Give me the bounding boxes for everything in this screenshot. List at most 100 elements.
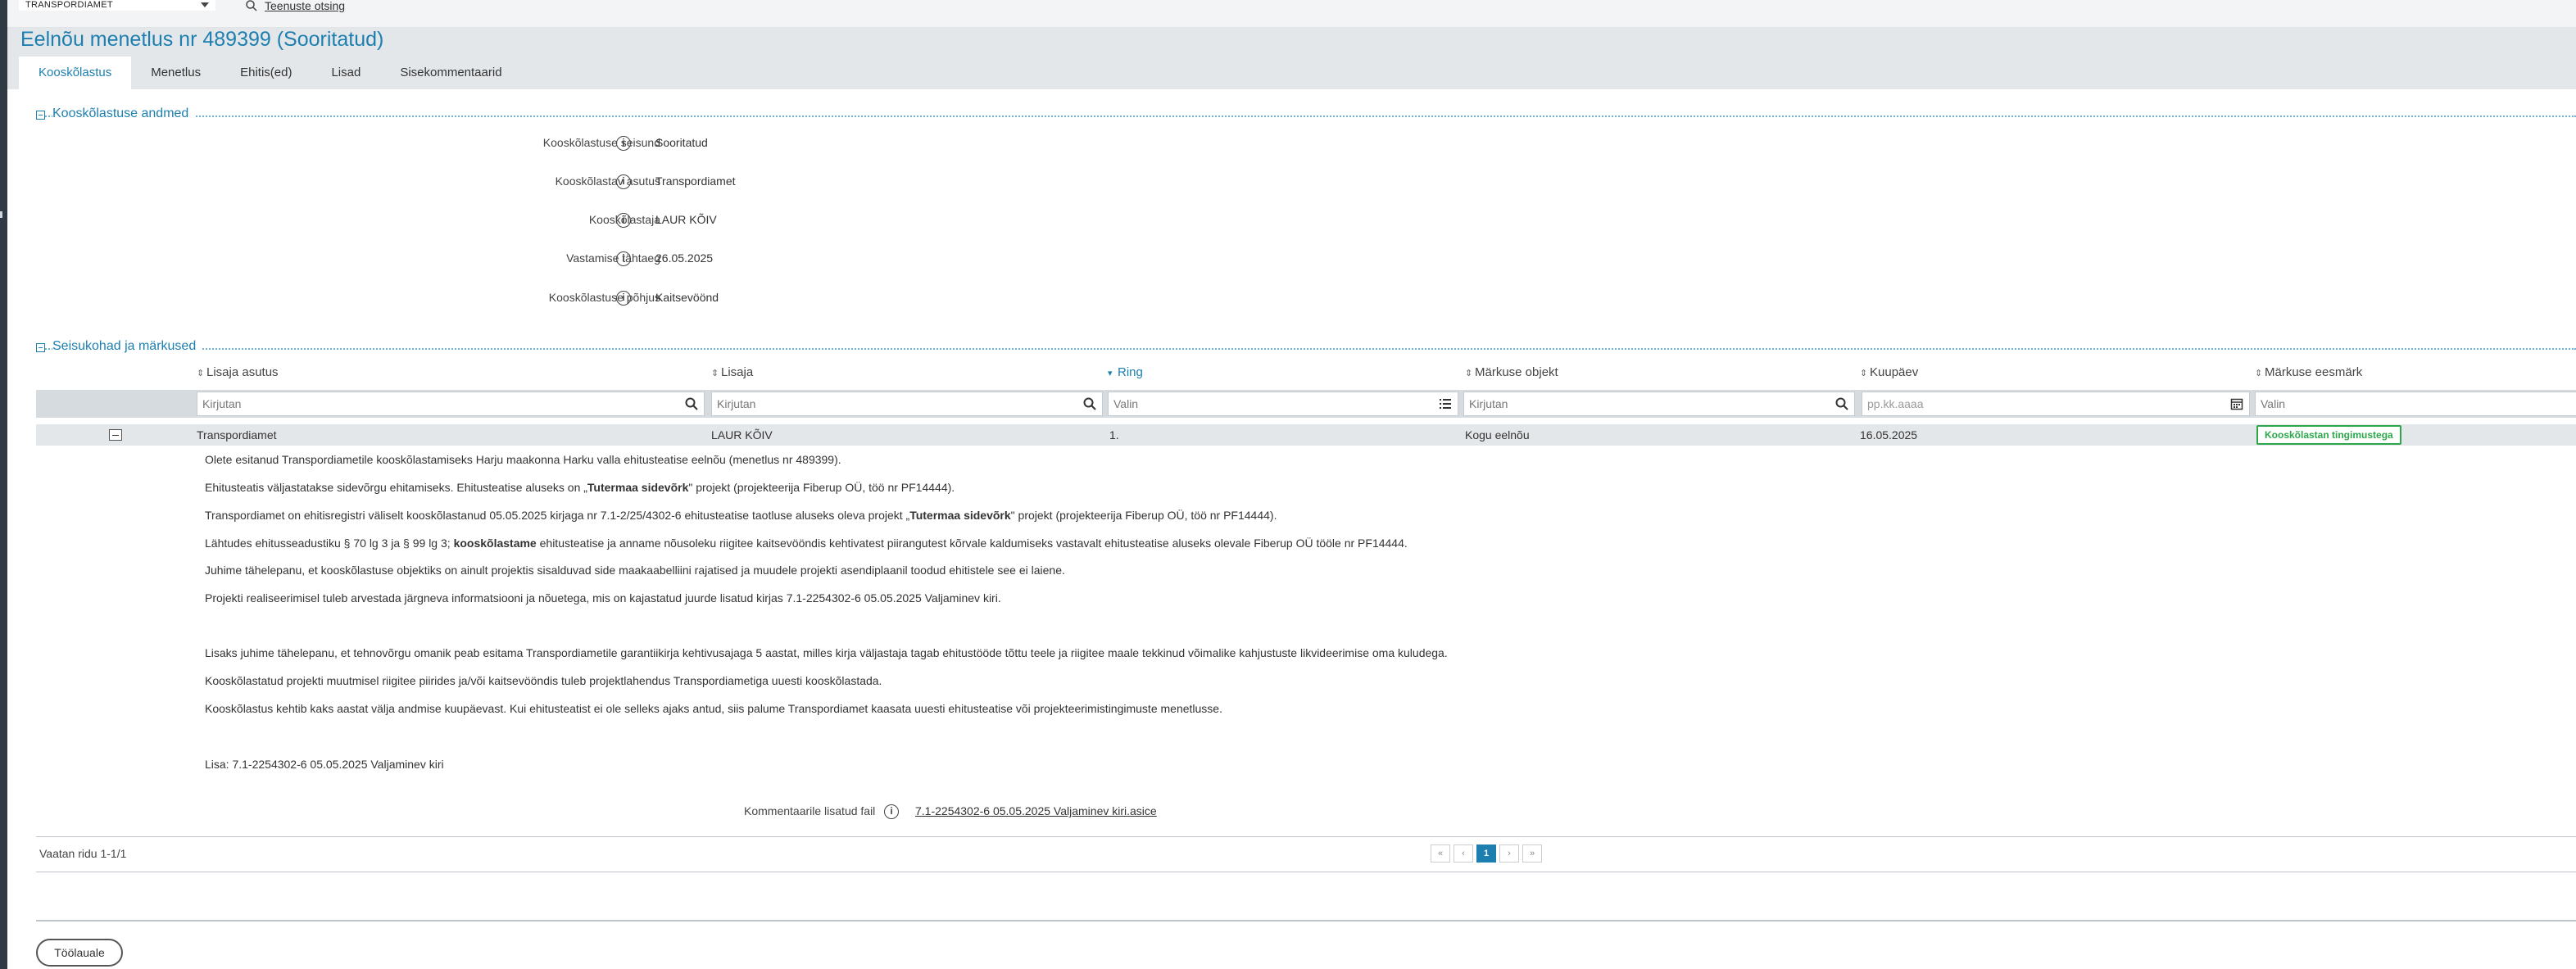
comment-text: ehitusteatise ja anname nõusoleku riigit… xyxy=(536,537,1408,550)
filter-markuse-eesmark-select[interactable]: Valin xyxy=(2255,392,2576,416)
comment-paragraph: Lisa: 7.1-2254302-6 05.05.2025 Valjamine… xyxy=(205,758,444,771)
detail-row-pohjus: Kooskõlastuse põhjus i Kaitsevöönd xyxy=(0,289,983,307)
column-header-markuse-objekt[interactable]: ⇕ Märkuse objekt xyxy=(1465,365,1558,379)
info-icon[interactable]: i xyxy=(884,804,899,819)
next-page-button[interactable]: › xyxy=(1499,844,1519,863)
divider xyxy=(36,920,2576,921)
sort-icon: ⇕ xyxy=(1860,369,1868,378)
column-label: Lisaja xyxy=(721,365,754,379)
sort-icon: ⇕ xyxy=(2255,369,2263,378)
status-badge: Kooskõlastan tingimustega xyxy=(2256,425,2401,445)
detail-label: Kooskõlastuse seisund xyxy=(542,136,660,149)
filter-placeholder: Kirjutan xyxy=(717,397,756,410)
collapse-icon[interactable] xyxy=(36,111,45,120)
service-search-label: Teenuste otsing xyxy=(265,0,346,12)
tab-menetlus[interactable]: Menetlus xyxy=(131,57,220,89)
filter-lisaja-input[interactable]: Kirjutan xyxy=(711,392,1103,416)
comment-emphasis: kooskõlastame xyxy=(453,537,537,550)
sort-icon: ⇕ xyxy=(1465,369,1473,378)
detail-value: Sooritatud xyxy=(655,136,708,149)
search-icon[interactable] xyxy=(1082,396,1097,411)
detail-label: Kooskõlastaja xyxy=(588,213,660,226)
first-page-button[interactable]: « xyxy=(1431,844,1450,863)
column-header-lisaja-asutus[interactable]: ⇕ Lisaja asutus xyxy=(197,365,279,379)
comment-text: Transpordiamet on ehitisregistri välisel… xyxy=(205,509,910,522)
section-divider xyxy=(36,348,2576,350)
column-label: Märkuse objekt xyxy=(1475,365,1558,379)
attachment-link[interactable]: 7.1-2254302-6 05.05.2025 Valjaminev kiri… xyxy=(915,804,1157,817)
cell-ring: 1. xyxy=(1109,428,1119,441)
detail-label: Vastamise tähtaeg xyxy=(566,251,660,265)
info-icon[interactable]: i xyxy=(616,251,631,266)
detail-value: Kaitsevöönd xyxy=(655,291,719,304)
column-label: Ring xyxy=(1118,365,1143,379)
page-header: Eelnõu menetlus nr 489399 (Sooritatud) K… xyxy=(7,28,2576,89)
detail-row-kooskolastaja: Kooskõlastaja i LAUR KÕIV xyxy=(0,211,983,229)
last-page-button[interactable]: » xyxy=(1522,844,1542,863)
detail-row-asutus: Kooskõlastav asutus i Transpordiamet xyxy=(0,173,983,191)
comment-paragraph: Olete esitanud Transpordiametile kooskõl… xyxy=(205,453,841,466)
info-icon[interactable]: i xyxy=(616,213,631,228)
column-header-kuupaev[interactable]: ⇕ Kuupäev xyxy=(1860,365,1918,379)
info-icon[interactable]: i xyxy=(616,174,631,189)
comment-paragraph: Kooskõlastus kehtib kaks aastat välja an… xyxy=(205,702,1222,715)
prev-page-button[interactable]: ‹ xyxy=(1454,844,1473,863)
page-button-1[interactable]: 1 xyxy=(1476,844,1496,863)
comment-paragraph: Ehitusteatis väljastatakse sidevõrgu ehi… xyxy=(205,481,955,494)
remarks-section-header[interactable]: Seisukohad ja märkused xyxy=(36,339,2576,355)
organization-select[interactable]: TRANSPORDIAMET xyxy=(19,0,215,11)
detail-label: Kooskõlastuse põhjus xyxy=(548,291,660,304)
pagination: « ‹ 1 › » xyxy=(1431,844,1542,863)
section-divider xyxy=(36,115,2576,117)
divider xyxy=(36,836,2576,837)
search-icon[interactable] xyxy=(684,396,699,411)
column-label: Lisaja asutus xyxy=(206,365,279,379)
sort-icon: ⇕ xyxy=(197,369,205,378)
tab-ehitised[interactable]: Ehitis(ed) xyxy=(220,57,311,89)
info-icon[interactable]: i xyxy=(616,136,631,151)
back-to-desktop-button[interactable]: Töölauale xyxy=(36,939,123,967)
cell-lisaja-asutus: Transpordiamet xyxy=(197,428,277,441)
detail-row-tahtaeg: Vastamise tähtaeg i 26.05.2025 xyxy=(0,250,983,268)
detail-row-seisund: Kooskõlastuse seisund i Sooritatud xyxy=(0,134,983,152)
comment-emphasis: Tutermaa sidevõrk xyxy=(909,509,1011,522)
detail-label: Kooskõlastav asutus xyxy=(555,174,660,188)
sort-desc-icon: ▾ xyxy=(1108,369,1113,378)
details-section-title: Kooskõlastuse andmed xyxy=(52,106,196,121)
collapse-icon[interactable] xyxy=(36,343,45,352)
detail-value: Transpordiamet xyxy=(655,174,736,188)
filter-markuse-objekt-input[interactable]: Kirjutan xyxy=(1463,392,1855,416)
detail-value: 26.05.2025 xyxy=(655,251,714,265)
filter-placeholder: Kirjutan xyxy=(202,397,242,410)
detail-value: LAUR KÕIV xyxy=(655,213,717,226)
details-section-header[interactable]: Kooskõlastuse andmed xyxy=(36,106,2576,123)
comment-text: Ehitusteatis väljastatakse sidevõrgu ehi… xyxy=(205,481,587,494)
info-icon[interactable]: i xyxy=(616,291,631,306)
filter-lisaja-asutus-input[interactable]: Kirjutan xyxy=(197,392,705,416)
list-icon[interactable] xyxy=(1438,396,1453,411)
tab-lisad[interactable]: Lisad xyxy=(311,57,380,89)
column-header-markuse-eesmark[interactable]: ⇕ Märkuse eesmärk xyxy=(2255,365,2362,379)
comment-paragraph: Juhime tähelepanu, et kooskõlastuse obje… xyxy=(205,564,1065,577)
page-title: Eelnõu menetlus nr 489399 (Sooritatud) xyxy=(20,28,384,51)
attachment-label: Kommentaarile lisatud fail xyxy=(744,804,876,817)
column-header-ring[interactable]: ▾ Ring xyxy=(1108,365,1143,379)
filter-placeholder: Valin xyxy=(2261,397,2286,410)
filter-ring-select[interactable]: Valin xyxy=(1108,392,1458,416)
filter-placeholder: pp.kk.aaaa xyxy=(1867,397,1924,410)
column-label: Märkuse eesmärk xyxy=(2265,365,2363,379)
filter-placeholder: Valin xyxy=(1113,397,1139,410)
cell-lisaja: LAUR KÕIV xyxy=(711,428,773,441)
comment-paragraph: Projekti realiseerimisel tuleb arvestada… xyxy=(205,591,1001,604)
column-header-lisaja[interactable]: ⇕ Lisaja xyxy=(711,365,753,379)
cell-kuupaev: 16.05.2025 xyxy=(1860,428,1918,441)
calendar-icon[interactable] xyxy=(2229,396,2244,411)
filter-kuupaev-input[interactable]: pp.kk.aaaa xyxy=(1862,392,2250,416)
comment-paragraph: Kooskõlastatud projekti muutmisel riigit… xyxy=(205,674,882,687)
tab-sisekommentaarid[interactable]: Sisekommentaarid xyxy=(380,57,521,89)
collapse-row-icon[interactable] xyxy=(109,429,122,441)
search-icon[interactable] xyxy=(1834,396,1849,411)
table-row[interactable] xyxy=(36,424,2576,446)
tab-kooskolastus[interactable]: Kooskõlastus xyxy=(19,57,132,89)
search-icon xyxy=(246,0,257,11)
